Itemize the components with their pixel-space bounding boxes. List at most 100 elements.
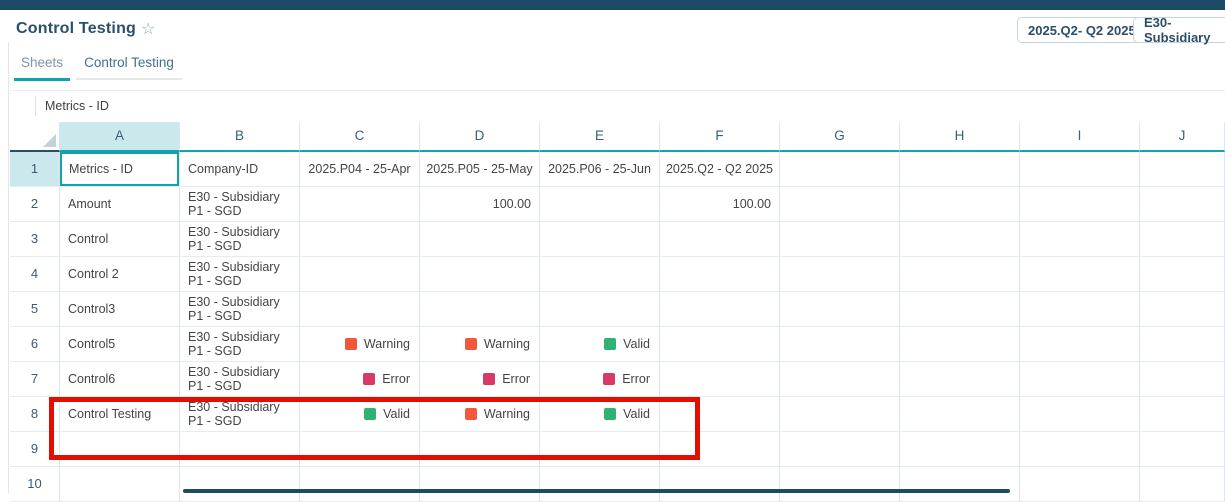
formula-bar-value[interactable]: Metrics - ID — [36, 99, 109, 113]
cell-G8[interactable] — [780, 397, 900, 432]
cell-J5[interactable] — [1140, 292, 1225, 327]
cell-H2[interactable] — [900, 187, 1020, 222]
cell-H5[interactable] — [900, 292, 1020, 327]
cell-F3[interactable] — [660, 222, 780, 257]
cell-H3[interactable] — [900, 222, 1020, 257]
period-selector-chip[interactable]: 2025.Q2- Q2 2025 — [1017, 17, 1147, 43]
cell-I4[interactable] — [1020, 257, 1140, 292]
cell-C10[interactable] — [300, 467, 420, 502]
cell-J10[interactable] — [1140, 467, 1225, 502]
cell-A7[interactable]: Control6 — [60, 362, 180, 397]
cell-B6[interactable]: E30 - Subsidiary P1 - SGD — [180, 327, 300, 362]
cell-A6[interactable]: Control5 — [60, 327, 180, 362]
cell-I8[interactable] — [1020, 397, 1140, 432]
cell-H8[interactable] — [900, 397, 1020, 432]
cell-B8[interactable]: E30 - Subsidiary P1 - SGD — [180, 397, 300, 432]
cell-J6[interactable] — [1140, 327, 1225, 362]
cell-I2[interactable] — [1020, 187, 1140, 222]
row-header-1[interactable]: 1 — [10, 152, 60, 187]
cell-F7[interactable] — [660, 362, 780, 397]
row-header-8[interactable]: 8 — [10, 397, 60, 432]
row-header-6[interactable]: 6 — [10, 327, 60, 362]
cell-I6[interactable] — [1020, 327, 1140, 362]
select-all-corner[interactable] — [10, 122, 60, 152]
row-header-9[interactable]: 9 — [10, 432, 60, 467]
favorite-star-icon[interactable]: ☆ — [141, 19, 155, 39]
column-header-C[interactable]: C — [300, 122, 420, 152]
cell-I1[interactable] — [1020, 152, 1140, 187]
horizontal-scrollbar-thumb[interactable] — [183, 489, 1010, 493]
cell-H1[interactable] — [900, 152, 1020, 187]
cell-B5[interactable]: E30 - Subsidiary P1 - SGD — [180, 292, 300, 327]
cell-G6[interactable] — [780, 327, 900, 362]
column-header-D[interactable]: D — [420, 122, 540, 152]
cell-D3[interactable] — [420, 222, 540, 257]
tab-sheets[interactable]: Sheets — [14, 55, 70, 81]
cell-D2[interactable]: 100.00 — [420, 187, 540, 222]
cell-H7[interactable] — [900, 362, 1020, 397]
cell-J3[interactable] — [1140, 222, 1225, 257]
cell-H10[interactable] — [900, 467, 1020, 502]
cell-B9[interactable] — [180, 432, 300, 467]
column-header-J[interactable]: J — [1140, 122, 1225, 152]
column-header-A[interactable]: A — [60, 122, 180, 152]
cell-D7[interactable]: Error — [420, 362, 540, 397]
column-header-F[interactable]: F — [660, 122, 780, 152]
cell-F2[interactable]: 100.00 — [660, 187, 780, 222]
row-header-5[interactable]: 5 — [10, 292, 60, 327]
cell-B2[interactable]: E30 - Subsidiary P1 - SGD — [180, 187, 300, 222]
cell-D10[interactable] — [420, 467, 540, 502]
cell-F9[interactable] — [660, 432, 780, 467]
column-header-E[interactable]: E — [540, 122, 660, 152]
entity-selector-chip[interactable]: E30- Subsidiary — [1133, 17, 1225, 43]
column-header-H[interactable]: H — [900, 122, 1020, 152]
cell-A2[interactable]: Amount — [60, 187, 180, 222]
cell-G1[interactable] — [780, 152, 900, 187]
cell-E8[interactable]: Valid — [540, 397, 660, 432]
row-header-2[interactable]: 2 — [10, 187, 60, 222]
cell-E7[interactable]: Error — [540, 362, 660, 397]
cell-A4[interactable]: Control 2 — [60, 257, 180, 292]
cell-G7[interactable] — [780, 362, 900, 397]
cell-C4[interactable] — [300, 257, 420, 292]
cell-B10[interactable] — [180, 467, 300, 502]
cell-C6[interactable]: Warning — [300, 327, 420, 362]
cell-J4[interactable] — [1140, 257, 1225, 292]
cell-G9[interactable] — [780, 432, 900, 467]
cell-G5[interactable] — [780, 292, 900, 327]
row-header-10[interactable]: 10 — [10, 467, 60, 502]
cell-B4[interactable]: E30 - Subsidiary P1 - SGD — [180, 257, 300, 292]
cell-F4[interactable] — [660, 257, 780, 292]
tab-control-testing[interactable]: Control Testing — [76, 55, 182, 80]
cell-H9[interactable] — [900, 432, 1020, 467]
cell-A10[interactable] — [60, 467, 180, 502]
cell-E4[interactable] — [540, 257, 660, 292]
cell-G4[interactable] — [780, 257, 900, 292]
cell-C5[interactable] — [300, 292, 420, 327]
column-header-I[interactable]: I — [1020, 122, 1140, 152]
cell-A8[interactable]: Control Testing — [60, 397, 180, 432]
cell-B7[interactable]: E30 - Subsidiary P1 - SGD — [180, 362, 300, 397]
cell-B3[interactable]: E30 - Subsidiary P1 - SGD — [180, 222, 300, 257]
cell-E3[interactable] — [540, 222, 660, 257]
cell-A5[interactable]: Control3 — [60, 292, 180, 327]
cell-C2[interactable] — [300, 187, 420, 222]
cell-E6[interactable]: Valid — [540, 327, 660, 362]
cell-D1[interactable]: 2025.P05 - 25-May — [420, 152, 540, 187]
cell-C1[interactable]: 2025.P04 - 25-Apr — [300, 152, 420, 187]
cell-F8[interactable] — [660, 397, 780, 432]
cell-E2[interactable] — [540, 187, 660, 222]
cell-B1[interactable]: Company-ID — [180, 152, 300, 187]
cell-D8[interactable]: Warning — [420, 397, 540, 432]
cell-C3[interactable] — [300, 222, 420, 257]
cell-E1[interactable]: 2025.P06 - 25-Jun — [540, 152, 660, 187]
cell-E9[interactable] — [540, 432, 660, 467]
cell-E10[interactable] — [540, 467, 660, 502]
cell-G2[interactable] — [780, 187, 900, 222]
cell-F1[interactable]: 2025.Q2 - Q2 2025 — [660, 152, 780, 187]
row-header-3[interactable]: 3 — [10, 222, 60, 257]
formula-bar[interactable]: Metrics - ID — [10, 90, 1225, 120]
cell-D9[interactable] — [420, 432, 540, 467]
cell-D6[interactable]: Warning — [420, 327, 540, 362]
cell-F6[interactable] — [660, 327, 780, 362]
